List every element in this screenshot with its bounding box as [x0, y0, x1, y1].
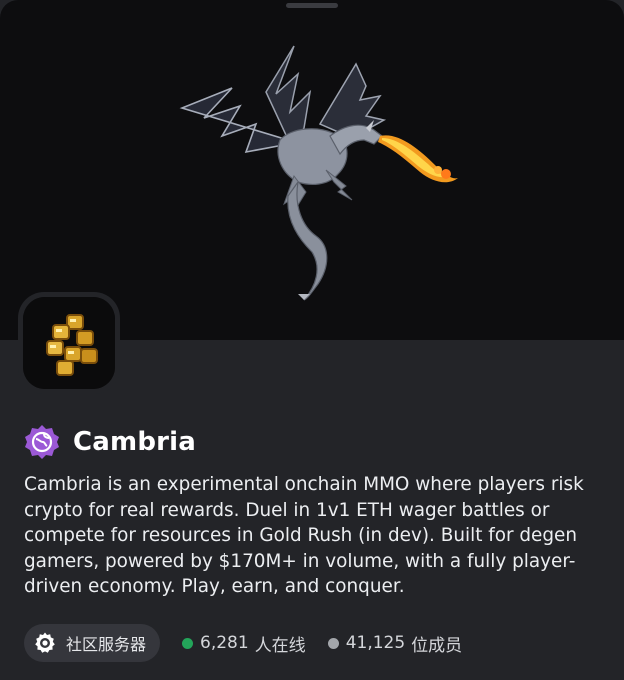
members-dot	[327, 637, 339, 649]
online-count: 6,281	[200, 633, 249, 653]
community-server-label: 社区服务器	[66, 635, 147, 654]
server-meta-row: 社区服务器 6,281 人在线 41,125 位成员	[24, 624, 462, 662]
server-name-row: Cambria	[24, 424, 196, 460]
members-label: 位成员	[411, 635, 463, 656]
online-stat: 6,281 人在线	[182, 631, 306, 656]
discoverable-badge-icon	[25, 425, 59, 459]
server-icon-frame	[18, 292, 120, 394]
members-count: 41,125	[345, 633, 406, 653]
gear-icon	[35, 632, 55, 653]
server-profile-sheet: Cambria Cambria is an experimental oncha…	[0, 0, 624, 680]
drag-handle[interactable]	[286, 3, 338, 8]
online-status-dot	[182, 637, 194, 649]
server-name: Cambria	[73, 427, 197, 457]
members-stat: 41,125 位成员	[327, 631, 463, 656]
server-banner	[0, 0, 624, 340]
gold-coins-icon[interactable]	[23, 297, 115, 389]
online-label: 人在线	[254, 635, 306, 656]
dragon-banner-image	[179, 45, 458, 301]
community-server-tag[interactable]: 社区服务器	[24, 624, 161, 662]
server-description: Cambria is an experimental onchain MMO w…	[24, 474, 584, 597]
